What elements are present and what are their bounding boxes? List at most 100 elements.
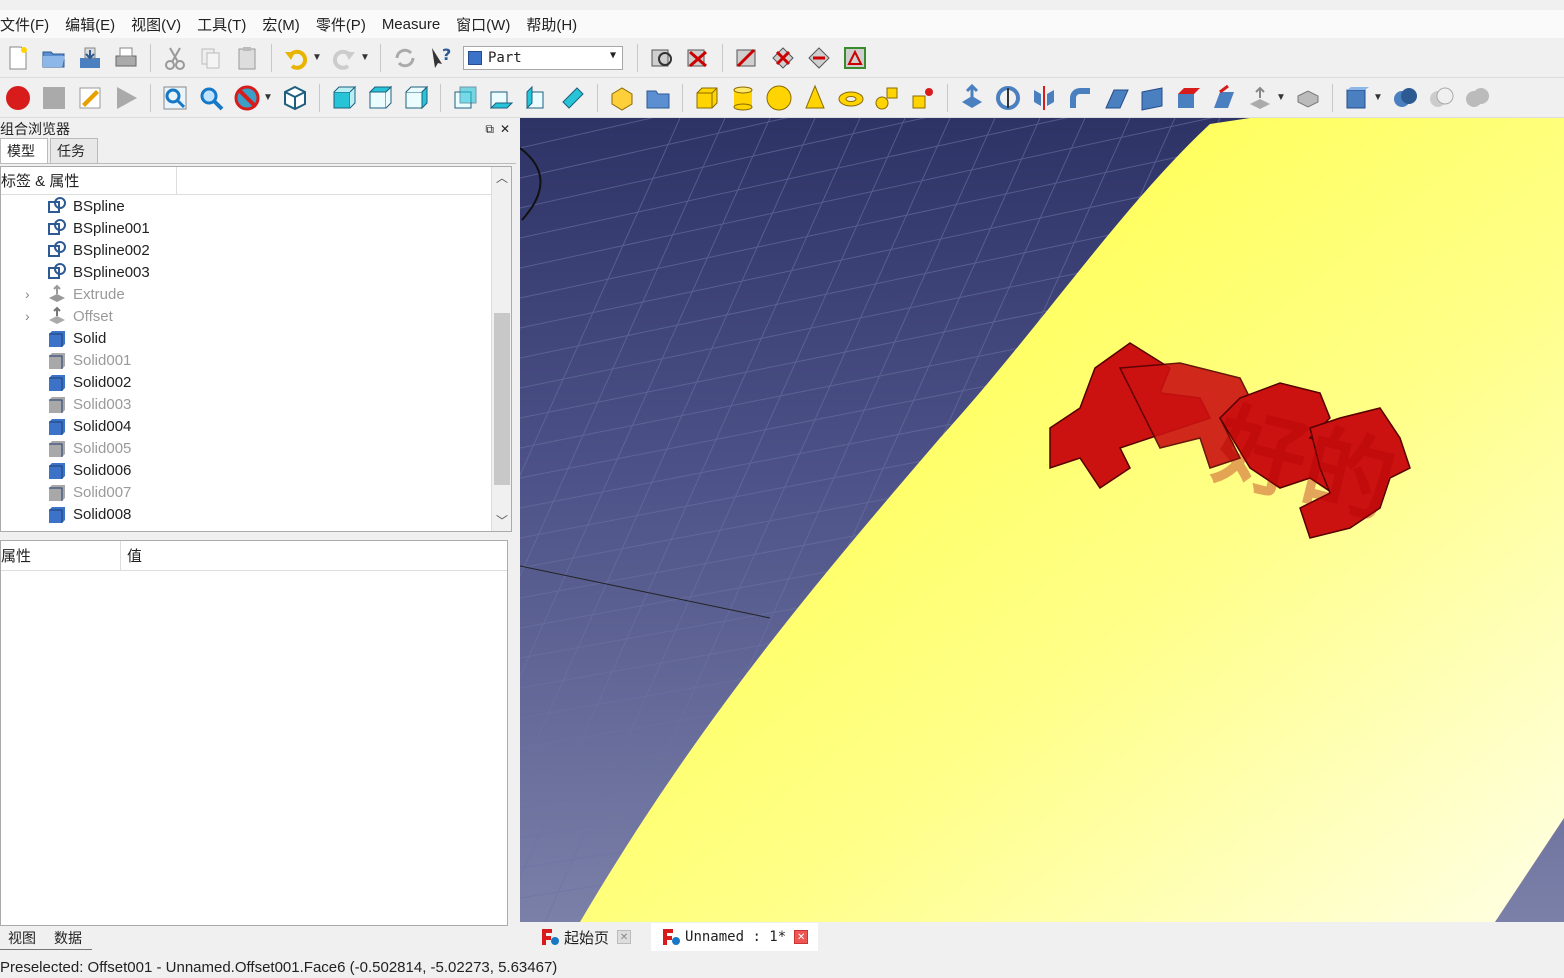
- copy-button[interactable]: [195, 42, 227, 74]
- draw-style-button[interactable]: [231, 82, 263, 114]
- cone-button[interactable]: [799, 82, 831, 114]
- primitives-button[interactable]: [871, 82, 903, 114]
- bottom-view-button[interactable]: [485, 82, 517, 114]
- menu-measure[interactable]: Measure: [382, 16, 448, 33]
- fit-selection-button[interactable]: [195, 82, 227, 114]
- menu-macro[interactable]: 宏(M): [262, 14, 308, 35]
- measure-refresh-button[interactable]: [731, 42, 763, 74]
- tree-item-solid[interactable]: Solid: [1, 327, 511, 349]
- tab-data[interactable]: 数据: [46, 928, 92, 950]
- thickness-button[interactable]: [1292, 82, 1324, 114]
- cut-boolean-button[interactable]: [1425, 82, 1457, 114]
- front-view-button[interactable]: [328, 82, 360, 114]
- isometric-view-button[interactable]: [279, 82, 311, 114]
- close-icon[interactable]: ✕: [794, 930, 809, 944]
- create-group-button[interactable]: [642, 82, 674, 114]
- tab-model[interactable]: 模型: [0, 138, 48, 163]
- offset-dropdown-arrow[interactable]: ▼: [1276, 92, 1286, 103]
- refresh-button[interactable]: [389, 42, 421, 74]
- whats-this-button[interactable]: ?: [425, 42, 457, 74]
- fuse-button[interactable]: [1461, 82, 1493, 114]
- record-macro-button[interactable]: [2, 82, 34, 114]
- compound-dropdown-arrow[interactable]: ▼: [1373, 92, 1383, 103]
- fit-all-button[interactable]: [159, 82, 191, 114]
- paste-button[interactable]: [231, 42, 263, 74]
- tree-item-solid001[interactable]: Solid001: [1, 349, 511, 371]
- tree-item-bspline003[interactable]: BSpline003: [1, 261, 511, 283]
- offset-button[interactable]: [1244, 82, 1276, 114]
- fillet-button[interactable]: [1064, 82, 1096, 114]
- boolean-button[interactable]: [1389, 82, 1421, 114]
- close-icon[interactable]: ✕: [617, 930, 632, 944]
- scrollbar-thumb[interactable]: [494, 313, 510, 485]
- compound-tools-button[interactable]: [1341, 82, 1373, 114]
- expand-arrow-icon[interactable]: ›: [25, 308, 30, 324]
- tab-tasks[interactable]: 任务: [50, 138, 98, 163]
- close-icon[interactable]: ✕: [500, 122, 510, 137]
- menu-tools[interactable]: 工具(T): [197, 14, 254, 35]
- chamfer-button[interactable]: [1100, 82, 1132, 114]
- left-view-button[interactable]: [521, 82, 553, 114]
- top-view-button[interactable]: [364, 82, 396, 114]
- menu-window[interactable]: 窗口(W): [456, 14, 518, 35]
- run-macro-button[interactable]: [110, 82, 142, 114]
- measure-linear-button[interactable]: [646, 42, 678, 74]
- tab-view[interactable]: 视图: [0, 928, 46, 950]
- redo-dropdown-arrow[interactable]: ▼: [360, 52, 370, 63]
- undo-dropdown-arrow[interactable]: ▼: [312, 52, 322, 63]
- redo-button[interactable]: [328, 42, 360, 74]
- revolve-button[interactable]: [992, 82, 1024, 114]
- tree-item-solid007[interactable]: Solid007: [1, 481, 511, 503]
- tree-item-solid003[interactable]: Solid003: [1, 393, 511, 415]
- tab-unnamed-document[interactable]: Unnamed : 1* ✕: [651, 923, 819, 951]
- shape-builder-button[interactable]: [907, 82, 939, 114]
- menu-file[interactable]: 文件(F): [0, 14, 57, 35]
- save-button[interactable]: [74, 42, 106, 74]
- menu-part[interactable]: 零件(P): [316, 14, 374, 35]
- tree-scrollbar[interactable]: ︿ ﹀: [491, 167, 511, 531]
- measure-toggle-delta-button[interactable]: [839, 42, 871, 74]
- tree-item-solid006[interactable]: Solid006: [1, 459, 511, 481]
- menu-help[interactable]: 帮助(H): [526, 14, 585, 35]
- draw-style-dropdown-arrow[interactable]: ▼: [263, 92, 273, 103]
- expand-arrow-icon[interactable]: ›: [25, 286, 30, 302]
- float-panel-icon[interactable]: ⧉: [485, 122, 494, 137]
- ruled-surface-button[interactable]: [1172, 82, 1204, 114]
- tree-item-bspline[interactable]: BSpline: [1, 195, 511, 217]
- make-face-button[interactable]: [1136, 82, 1168, 114]
- tree-item-solid004[interactable]: Solid004: [1, 415, 511, 437]
- rear-view-button[interactable]: [449, 82, 481, 114]
- tree-item-bspline002[interactable]: BSpline002: [1, 239, 511, 261]
- cylinder-button[interactable]: [727, 82, 759, 114]
- menu-view[interactable]: 视图(V): [131, 14, 189, 35]
- edit-macro-button[interactable]: [74, 82, 106, 114]
- stop-macro-button[interactable]: [38, 82, 70, 114]
- right-view-button[interactable]: [400, 82, 432, 114]
- torus-button[interactable]: [835, 82, 867, 114]
- loft-button[interactable]: [1208, 82, 1240, 114]
- measure-angular-button[interactable]: [682, 42, 714, 74]
- box-button[interactable]: [691, 82, 723, 114]
- mirror-button[interactable]: [1028, 82, 1060, 114]
- tree-item-solid005[interactable]: Solid005: [1, 437, 511, 459]
- 3d-viewport[interactable]: 好的: [520, 118, 1564, 922]
- measure-clear-button[interactable]: [767, 42, 799, 74]
- tree-item-bspline001[interactable]: BSpline001: [1, 217, 511, 239]
- menu-edit[interactable]: 编辑(E): [65, 14, 123, 35]
- tree-item-solid008[interactable]: Solid008: [1, 503, 511, 525]
- print-button[interactable]: [110, 42, 142, 74]
- sphere-button[interactable]: [763, 82, 795, 114]
- extrude-button[interactable]: [956, 82, 988, 114]
- tree-item-offset[interactable]: › Offset: [1, 305, 511, 327]
- scroll-down-icon[interactable]: ﹀: [496, 512, 508, 529]
- tree-item-solid002[interactable]: Solid002: [1, 371, 511, 393]
- scroll-up-icon[interactable]: ︿: [496, 169, 508, 186]
- new-document-button[interactable]: [2, 42, 34, 74]
- cut-button[interactable]: [159, 42, 191, 74]
- measure-distance-button[interactable]: [557, 82, 589, 114]
- measure-toggle-3d-button[interactable]: [803, 42, 835, 74]
- workbench-selector[interactable]: Part ▼: [463, 45, 623, 70]
- open-button[interactable]: [38, 42, 70, 74]
- tree-item-extrude[interactable]: › Extrude: [1, 283, 511, 305]
- undo-button[interactable]: [280, 42, 312, 74]
